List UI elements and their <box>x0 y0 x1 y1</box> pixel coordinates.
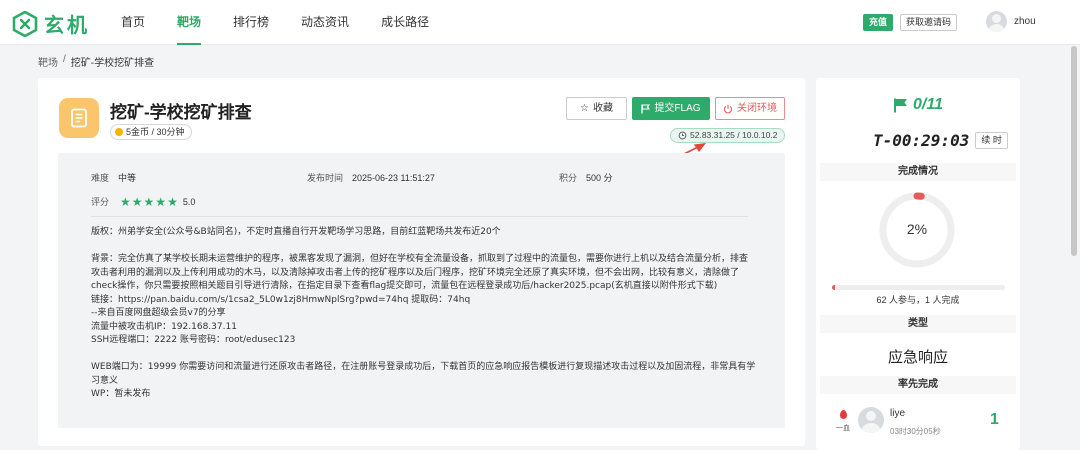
breadcrumb-current: 挖矿-学校挖矿排查 <box>70 58 155 69</box>
submit-flag-button[interactable]: 提交FLAG <box>632 97 710 120</box>
difficulty-value: 中等 <box>118 173 137 183</box>
submit-flag-label: 提交FLAG <box>654 103 701 114</box>
first-blood-name: liye <box>890 408 906 419</box>
rating-stars: ★ ★ ★ ★ ★ 5.0 <box>120 196 195 208</box>
first-blood-rank: 1 <box>990 411 999 428</box>
breadcrumb-root[interactable]: 靶场 <box>38 54 58 69</box>
countdown-timer: T-00:29:03 <box>873 131 970 150</box>
points-label: 积分 <box>559 173 578 183</box>
first-blood-time: 03时30分05秒 <box>890 427 941 436</box>
publish-time: 发布时间 2025-06-23 11:51:27 <box>307 171 435 184</box>
points-value: 500 分 <box>586 173 613 183</box>
description-background: 背景：完全仿真了某学校长期未运营维护的程序，被黑客发现了漏洞，但好在学校有全流量… <box>91 254 749 291</box>
description-link[interactable]: 链接：https://pan.baidu.com/s/1csa2_5L0w1zj… <box>91 294 756 308</box>
refresh-icon <box>678 131 687 140</box>
first-blood-entry[interactable]: 一血 liye 03时30分05秒 1 <box>836 406 1006 438</box>
completion-title: 完成情况 <box>820 163 1016 181</box>
extend-time-button[interactable]: 续 时 <box>975 132 1008 149</box>
completion-bar <box>832 285 1005 290</box>
nav-item-range[interactable]: 靶场 <box>166 0 212 45</box>
main-nav: 首页 靶场 排行榜 动态资讯 成长路径 <box>110 0 450 45</box>
difficulty: 难度 中等 <box>91 171 136 184</box>
star-icon: ★ <box>155 195 167 209</box>
star-icon: ★ <box>167 195 178 209</box>
description-share: --来自百度网盘超级会员v7的分享 <box>91 308 226 318</box>
close-environment-button[interactable]: 关闭环境 <box>715 97 785 120</box>
cost-text: 5金币 / 30分钟 <box>126 127 185 137</box>
nav-item-news[interactable]: 动态资讯 <box>290 0 360 45</box>
logo-icon <box>12 10 38 37</box>
description-web: WEB端口为：19999 你需要访问和流量进行还原攻击者路径，在注册账号登录成功… <box>91 362 756 386</box>
challenge-title: 挖矿-学校挖矿排查 <box>110 103 252 122</box>
participants-text: 62 人参与，1 人完成 <box>876 295 960 305</box>
star-icon: ★ <box>131 195 143 209</box>
publish-value: 2025-06-23 11:51:27 <box>352 173 435 183</box>
star-outline-icon: ☆ <box>580 103 589 114</box>
brand-name: 玄机 <box>44 13 90 37</box>
page-scrollbar[interactable] <box>1071 46 1077 256</box>
top-navigation: 玄机 首页 靶场 排行榜 动态资讯 成长路径 充值 获取邀请码 zhou <box>0 0 1080 45</box>
first-finish-title: 率先完成 <box>820 376 1016 394</box>
nav-item-leaderboard[interactable]: 排行榜 <box>222 0 280 45</box>
avatar <box>858 407 884 433</box>
challenge-description: 版权：州弟学安全(公众号&B站同名)，不定时直播自行开发靶场学习思路，目前红蓝靶… <box>91 226 756 402</box>
publish-label: 发布时间 <box>307 173 344 183</box>
challenge-detail: 难度 中等 发布时间 2025-06-23 11:51:27 积分 500 分 评分 … <box>58 153 785 428</box>
star-icon: ★ <box>143 195 155 209</box>
divider <box>91 216 748 217</box>
breadcrumb: 靶场 / 挖矿-学校挖矿排查 <box>38 54 154 69</box>
type-title: 类型 <box>820 315 1016 333</box>
close-environment-label: 关闭环境 <box>737 103 777 114</box>
power-icon <box>723 104 733 113</box>
breadcrumb-separator: / <box>63 54 66 65</box>
completion-bar-fill <box>832 285 836 290</box>
timer-row: T-00:29:03 续 时 <box>873 131 1008 150</box>
description-wp: WP：暂未发布 <box>91 389 151 399</box>
description-copyright: 版权：州弟学安全(公众号&B站同名)，不定时直播自行开发靶场学习思路，目前红蓝靶… <box>91 227 501 237</box>
recharge-button[interactable]: 充值 <box>863 14 894 31</box>
points: 积分 500 分 <box>559 171 613 184</box>
notebook-icon <box>59 98 99 138</box>
rating-label: 评分 <box>91 197 110 207</box>
favorite-button[interactable]: ☆ 收藏 <box>566 97 627 120</box>
invite-code-button[interactable]: 获取邀请码 <box>900 14 958 31</box>
brand-logo[interactable]: 玄机 <box>12 9 90 38</box>
completion-percent: 2% <box>906 221 928 237</box>
cost-badge: 5金币 / 30分钟 <box>110 124 192 140</box>
flag-icon <box>641 103 651 113</box>
favorite-label: 收藏 <box>592 103 613 114</box>
challenge-type: 应急响应 <box>887 349 948 366</box>
challenge-card: 挖矿-学校挖矿排查 5金币 / 30分钟 ☆ 收藏 提交FLAG 关闭环境 52… <box>38 78 805 446</box>
username[interactable]: zhou <box>1014 16 1036 27</box>
blood-drop-icon <box>840 410 847 419</box>
solved-progress: 0/11 <box>816 96 1020 114</box>
coin-icon <box>115 128 123 136</box>
status-panel: 0/11 T-00:29:03 续 时 完成情况 2% 62 人参与，1 人完成… <box>816 78 1020 450</box>
difficulty-label: 难度 <box>91 173 110 183</box>
nav-item-growth-path[interactable]: 成长路径 <box>370 0 440 45</box>
description-attacker-ip: 流量中被攻击机IP：192.168.37.11 <box>91 321 237 332</box>
rating-value: 5.0 <box>182 197 196 207</box>
star-icon: ★ <box>120 195 131 209</box>
user-avatar[interactable] <box>986 11 1007 32</box>
solved-count: 0/11 <box>913 96 943 113</box>
nav-item-home[interactable]: 首页 <box>110 0 156 45</box>
flag-icon <box>894 98 908 112</box>
first-blood-label: 一血 <box>836 425 850 432</box>
description-ssh: SSH远程端口：2222 账号密码：root/edusec123 <box>91 335 296 345</box>
